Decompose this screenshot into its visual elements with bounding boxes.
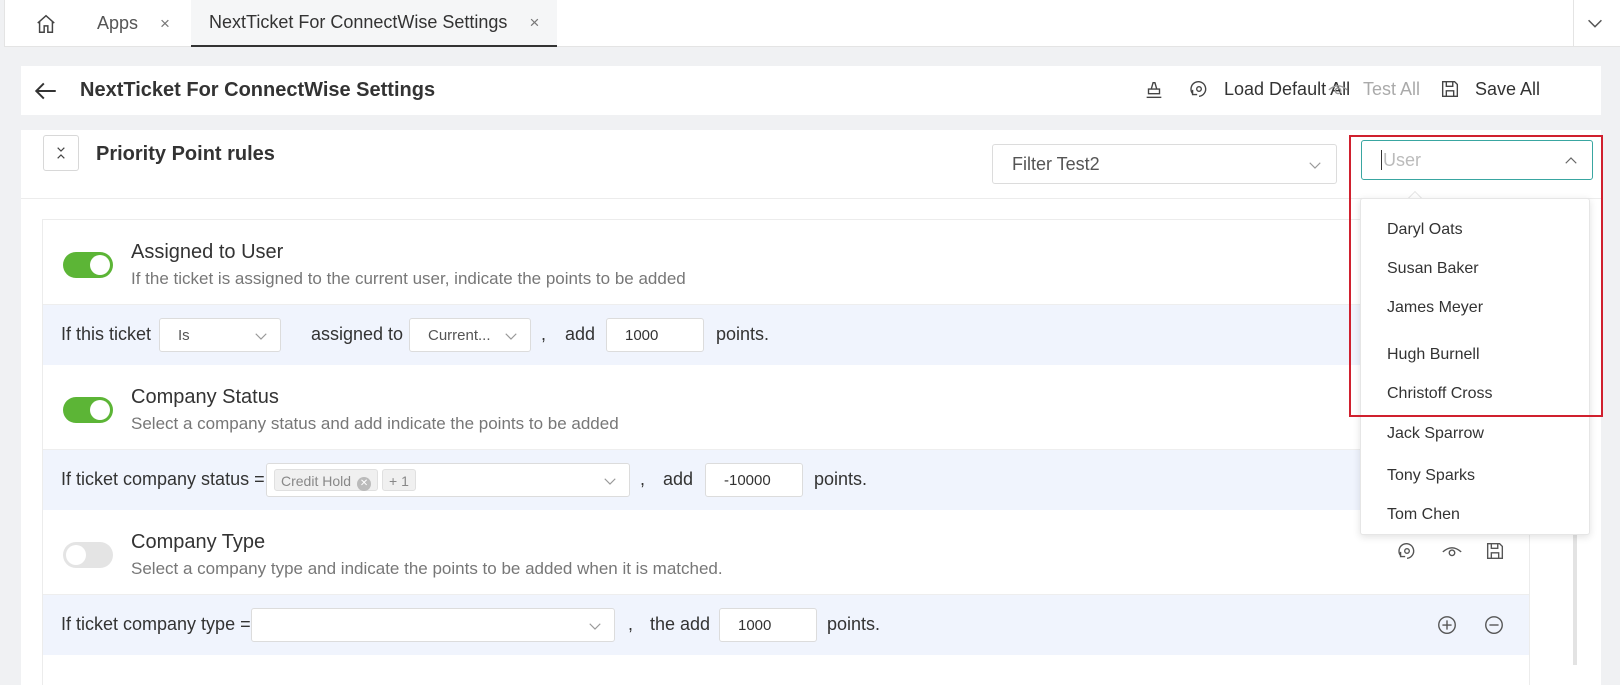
rule-assigned-to-user: Assigned to User If the ticket is assign… xyxy=(43,220,1529,305)
condition-add-label: add xyxy=(663,469,694,489)
rule-title: Company Type xyxy=(131,531,266,553)
points-input[interactable]: 1000 xyxy=(606,318,704,352)
condition-prefix: If ticket company status = xyxy=(61,469,265,489)
home-icon[interactable] xyxy=(35,13,57,35)
reset-icon xyxy=(1190,81,1207,98)
tab-settings[interactable]: NextTicket For ConnectWise Settings × xyxy=(191,0,558,47)
rules-list: Assigned to User If the ticket is assign… xyxy=(42,219,1530,685)
eye-icon xyxy=(1328,85,1348,95)
rule-title: Assigned to User xyxy=(131,241,284,263)
operator-select[interactable]: Is xyxy=(159,318,281,352)
condition-prefix: If ticket company type = xyxy=(61,614,251,634)
chevron-down-icon xyxy=(589,623,601,630)
condition-comma: , xyxy=(541,324,547,344)
condition-add-label: the add xyxy=(650,614,711,634)
rule-condition-row: If ticket company type = , the add 1000 … xyxy=(43,595,1529,655)
page-header: NextTicket For ConnectWise Settings Load… xyxy=(21,66,1601,115)
test-all-button[interactable]: Test All xyxy=(1327,78,1420,100)
condition-comma: , xyxy=(640,469,646,489)
condition-suffix: points. xyxy=(814,469,868,489)
user-option[interactable]: Jack Sparrow xyxy=(1387,425,1484,443)
highlight-box xyxy=(1349,135,1603,417)
rule-title: Company Status xyxy=(131,386,279,408)
chevron-down-icon xyxy=(255,333,267,340)
status-tag: Credit Hold ✕ xyxy=(274,469,379,491)
chevron-down-icon xyxy=(604,478,616,485)
rule-description: If the ticket is assigned to the current… xyxy=(131,269,686,288)
rule-company-status: Company Status Select a company status a… xyxy=(43,365,1529,450)
user-option[interactable]: Tony Sparks xyxy=(1387,467,1475,485)
condition-middle: assigned to xyxy=(311,324,404,344)
points-value: -10000 xyxy=(724,472,771,489)
company-type-select[interactable] xyxy=(251,608,615,642)
save-all-label: Save All xyxy=(1475,78,1541,99)
test-all-label: Test All xyxy=(1363,78,1421,99)
assignee-value: Current... xyxy=(428,327,491,344)
eye-icon[interactable] xyxy=(1441,540,1463,562)
collapse-button[interactable] xyxy=(43,135,79,171)
plus-circle-icon[interactable] xyxy=(1436,614,1458,636)
tag-remove-icon[interactable]: ✕ xyxy=(357,477,372,491)
points-input[interactable]: 1000 xyxy=(719,608,817,642)
rule-toggle[interactable] xyxy=(63,252,113,278)
points-value: 1000 xyxy=(625,327,659,344)
condition-suffix: points. xyxy=(716,324,770,344)
tab-bar: Apps × NextTicket For ConnectWise Settin… xyxy=(4,0,1620,47)
back-arrow-icon[interactable] xyxy=(33,78,59,104)
more-tag: + 1 xyxy=(382,469,416,491)
chevron-down-icon xyxy=(505,333,517,340)
rule-condition-row: If ticket company status = Credit Hold ✕ +… xyxy=(43,450,1529,510)
rule-toggle[interactable] xyxy=(63,397,113,423)
reset-icon[interactable] xyxy=(1396,540,1418,562)
rule-description: Select a company status and add indicate… xyxy=(131,414,619,433)
condition-comma: , xyxy=(628,614,634,634)
points-input[interactable]: -10000 xyxy=(705,463,803,497)
save-icon xyxy=(1441,80,1459,98)
condition-add-label: add xyxy=(565,324,596,344)
status-tag-label: Credit Hold xyxy=(281,473,352,489)
user-option[interactable]: Tom Chen xyxy=(1387,506,1460,524)
rule-toggle[interactable] xyxy=(63,542,113,568)
points-value: 1000 xyxy=(738,617,772,634)
save-icon[interactable] xyxy=(1484,540,1506,562)
minus-circle-icon[interactable] xyxy=(1483,614,1505,636)
rule-description: Select a company type and indicate the p… xyxy=(131,559,723,578)
company-status-select[interactable]: Credit Hold ✕ + 1 xyxy=(266,463,630,497)
page-title: NextTicket For ConnectWise Settings xyxy=(80,79,436,101)
tab-apps-label: Apps xyxy=(97,13,139,33)
rule-condition-row: If this ticket Is assigned to Current...… xyxy=(43,305,1529,365)
save-all-button[interactable]: Save All xyxy=(1439,78,1540,100)
filter-select[interactable]: Filter Test2 xyxy=(992,144,1337,184)
condition-suffix: points. xyxy=(827,614,881,634)
chevron-down-icon[interactable] xyxy=(1584,12,1606,34)
close-icon[interactable]: × xyxy=(160,14,170,34)
clear-icon[interactable] xyxy=(1143,79,1165,101)
rule-company-type: Company Type Select a company type and i… xyxy=(43,510,1529,595)
close-icon[interactable]: × xyxy=(529,13,539,33)
tab-divider xyxy=(1573,0,1574,47)
operator-value: Is xyxy=(178,327,190,344)
chevron-down-icon xyxy=(1309,162,1321,169)
load-default-all-button[interactable]: Load Default All xyxy=(1188,78,1350,100)
tab-settings-label: NextTicket For ConnectWise Settings xyxy=(209,12,508,32)
condition-prefix: If this ticket xyxy=(61,324,152,344)
assignee-select[interactable]: Current... xyxy=(409,318,531,352)
section-title: Priority Point rules xyxy=(96,143,275,165)
collapse-icon xyxy=(57,147,65,159)
filter-select-value: Filter Test2 xyxy=(1012,153,1100,174)
tab-apps[interactable]: Apps × xyxy=(97,0,170,47)
